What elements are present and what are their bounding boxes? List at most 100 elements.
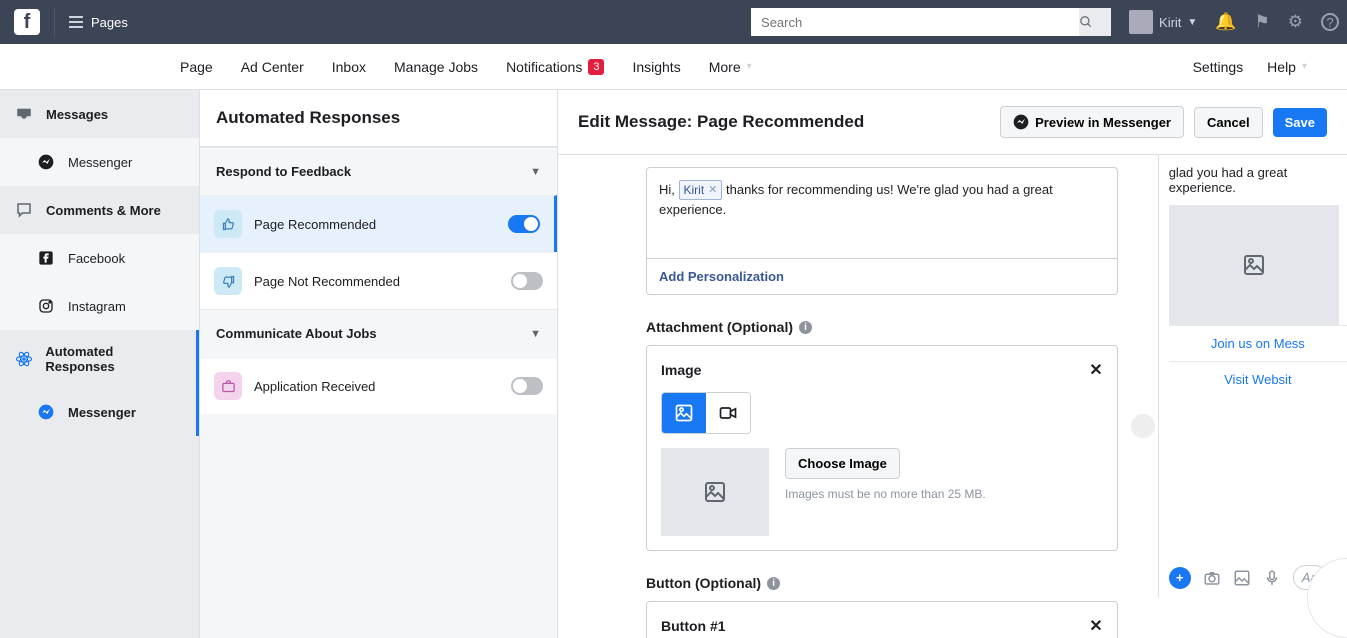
ar-label: Page Not Recommended [254,274,499,289]
sidebar-item-messenger[interactable]: Messenger [0,138,199,186]
thumbs-up-icon [214,210,242,238]
info-icon[interactable]: i [767,577,780,590]
editor-header: Edit Message: Page Recommended Preview i… [558,90,1347,155]
sidebar-item-messages[interactable]: Messages [0,90,199,138]
cancel-button[interactable]: Cancel [1194,107,1263,138]
section-feedback[interactable]: Respond to Feedback ▼ [200,147,557,195]
mic-icon[interactable] [1263,569,1281,587]
messenger-preview: glad you had a great experience. Join us… [1158,155,1347,598]
preview-in-messenger-button[interactable]: Preview in Messenger [1000,106,1184,138]
thumbs-down-icon [214,267,242,295]
inbox-sidebar: Messages Messenger Comments & More Faceb… [0,90,200,638]
close-icon[interactable]: ✕ [1089,360,1102,380]
preview-page-avatar [1131,414,1155,438]
preview-cta-2[interactable]: Visit Websit [1169,361,1347,397]
chevron-down-icon: ▾ [747,61,752,72]
attachment-label-text: Attachment (Optional) [646,319,793,335]
chevron-down-icon: ▼ [1187,17,1197,28]
info-icon[interactable]: i [799,321,812,334]
hamburger-icon [69,16,83,28]
tab-notifications[interactable]: Notifications3 [506,59,604,75]
message-text[interactable]: Hi, Kirit✕ thanks for recommending us! W… [647,168,1117,258]
briefcase-icon [214,372,242,400]
atom-icon [14,349,33,369]
preview-image-placeholder [1169,205,1339,325]
search-input[interactable] [751,8,1079,36]
ar-item-page-not-recommended[interactable]: Page Not Recommended [200,252,557,309]
button-label-text: Button (Optional) [646,575,761,591]
media-tab-video[interactable] [706,393,750,433]
tab-page[interactable]: Page [180,59,213,75]
user-menu[interactable]: Kirit ▼ [1129,10,1197,34]
sidebar-fill [0,436,199,638]
media-tab-image[interactable] [662,393,706,433]
preview-cta-1[interactable]: Join us on Mess [1169,325,1347,361]
avatar [1129,10,1153,34]
ar-label: Application Received [254,379,499,394]
facebook-icon [36,248,56,268]
composer-plus-icon[interactable]: + [1169,567,1191,589]
section-label: Communicate About Jobs [216,326,377,341]
topbar-icons: 🔔 ⚑ ⚙ ? [1215,12,1339,32]
ar-item-application-received[interactable]: Application Received [200,357,557,414]
media-type-tabs [661,392,751,434]
tab-adcenter[interactable]: Ad Center [241,59,304,75]
message-box: Hi, Kirit✕ thanks for recommending us! W… [646,167,1118,295]
image-icon [703,480,727,504]
image-icon [1242,253,1266,277]
bell-icon[interactable]: 🔔 [1215,12,1236,32]
message-prefix: Hi, [659,182,679,197]
chevron-down-icon: ▾ [1302,61,1307,72]
image-size-hint: Images must be no more than 25 MB. [785,487,986,501]
sidebar-item-messenger-automated[interactable]: Messenger [0,388,199,436]
save-button[interactable]: Save [1273,108,1327,137]
tab-help[interactable]: Help ▾ [1267,59,1307,75]
attachment-section-label: Attachment (Optional) i [646,319,1118,335]
tab-inbox[interactable]: Inbox [332,59,366,75]
sidebar-label: Messenger [68,155,132,170]
topbar: f Pages Kirit ▼ 🔔 ⚑ ⚙ ? [0,0,1347,44]
tab-more-label: More [709,59,741,75]
page-nav: Page Ad Center Inbox Manage Jobs Notific… [0,44,1347,90]
section-jobs[interactable]: Communicate About Jobs ▼ [200,309,557,357]
flag-icon[interactable]: ⚑ [1255,12,1270,32]
search-button[interactable] [1079,8,1111,36]
toggle-application-received[interactable] [511,377,543,395]
add-personalization-link[interactable]: Add Personalization [647,258,1117,294]
preview-composer: + Aa [1169,565,1327,590]
sidebar-label: Instagram [68,299,126,314]
panel-title: Automated Responses [200,90,557,147]
sidebar-item-instagram[interactable]: Instagram [0,282,199,330]
tab-settings[interactable]: Settings [1193,59,1244,75]
tab-managejobs[interactable]: Manage Jobs [394,59,478,75]
facebook-logo[interactable]: f [14,9,40,35]
pages-link[interactable]: Pages [61,15,136,30]
editor-form: Hi, Kirit✕ thanks for recommending us! W… [646,155,1118,598]
tab-more[interactable]: More ▾ [709,59,752,75]
username: Kirit [1159,15,1181,30]
sidebar-item-automated[interactable]: Automated Responses [0,330,199,388]
toggle-page-not-recommended[interactable] [511,272,543,290]
preview-label: Preview in Messenger [1035,115,1171,130]
editor-panel: Edit Message: Page Recommended Preview i… [558,90,1347,638]
toggle-page-recommended[interactable] [508,215,540,233]
help-icon[interactable]: ? [1321,13,1339,31]
ar-item-page-recommended[interactable]: Page Recommended [200,195,557,252]
gear-icon[interactable]: ⚙ [1288,12,1303,32]
sidebar-label: Facebook [68,251,125,266]
attachment-card-title: Image [661,362,701,378]
camera-icon[interactable] [1203,569,1221,587]
sidebar-item-comments[interactable]: Comments & More [0,186,199,234]
messenger-icon [36,152,56,172]
image-icon[interactable] [1233,569,1251,587]
tab-notifications-label: Notifications [506,59,582,75]
sidebar-label: Automated Responses [45,344,182,374]
tab-insights[interactable]: Insights [632,59,680,75]
ar-label: Page Recommended [254,217,496,232]
close-icon[interactable]: ✕ [1089,616,1102,636]
comment-icon [14,200,34,220]
token-remove-icon[interactable]: ✕ [708,182,717,199]
sidebar-item-facebook[interactable]: Facebook [0,234,199,282]
choose-image-button[interactable]: Choose Image [785,448,900,479]
personalization-token[interactable]: Kirit✕ [679,180,723,200]
